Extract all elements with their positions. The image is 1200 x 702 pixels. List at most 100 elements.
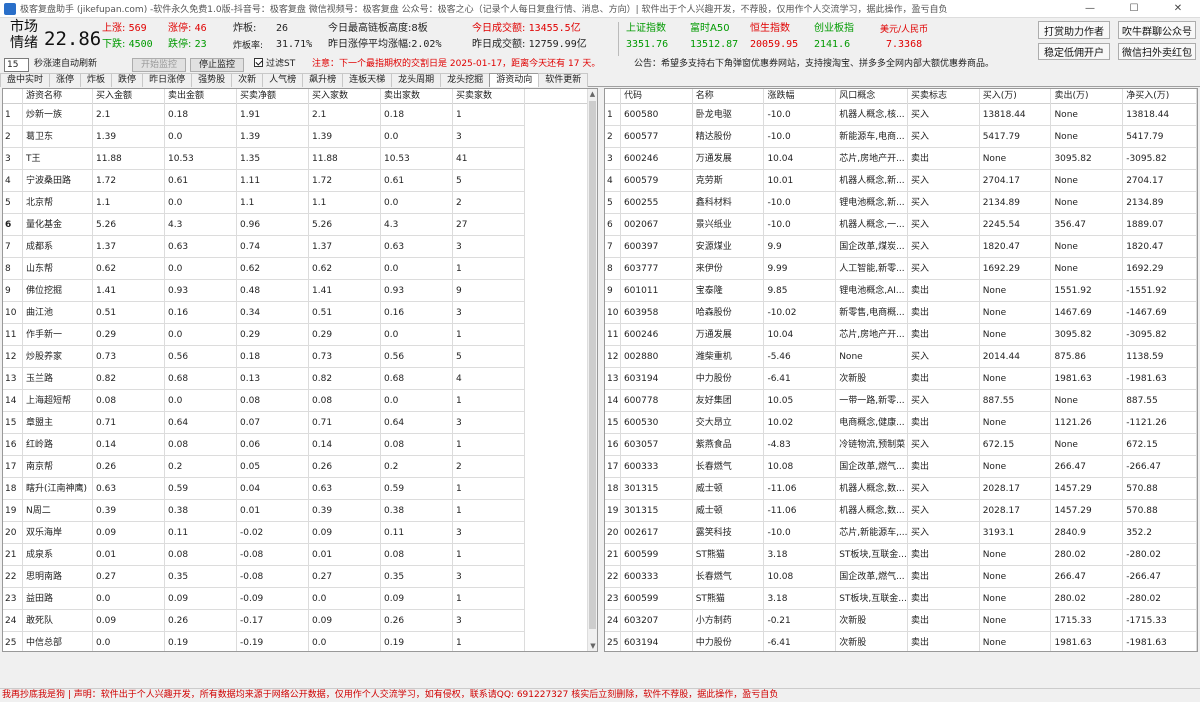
- close-button[interactable]: ✕: [1156, 0, 1200, 18]
- table-row[interactable]: 22 600333 长春燃气 10.08 国企改革,燃气... 卖出 None 266.47-…: [605, 566, 1197, 588]
- table-row[interactable]: 12 002880 潍柴重机 -5.46 None 买入 2014.44 875.86 1138…: [605, 346, 1197, 368]
- tab-item[interactable]: 强势股: [191, 73, 233, 87]
- table-row[interactable]: 14 上海超短帮 0.08 0.0 0.08 0.08 0.0 1: [3, 390, 597, 412]
- table-row[interactable]: 6 002067 景兴纸业 -10.0 机器人概念,一... 买入 2245.54 356.4…: [605, 214, 1197, 236]
- column-header[interactable]: 涨跌幅: [764, 89, 837, 104]
- stop-monitor-button[interactable]: 停止监控: [190, 58, 244, 72]
- table-row[interactable]: 4 600579 克劳斯 10.01 机器人概念,新... 买入 2704.17 None 27…: [605, 170, 1197, 192]
- table-row[interactable]: 16 603057 紫燕食品 -4.83 冷链物流,预制菜 买入 672.15 None 672…: [605, 434, 1197, 456]
- table-row[interactable]: 11 作手新一 0.29 0.0 0.29 0.29 0.0 1: [3, 324, 597, 346]
- tip-author-button[interactable]: 打赏助力作者: [1038, 21, 1110, 39]
- left-vertical-scrollbar[interactable]: ▲ ▼: [587, 89, 597, 651]
- table-row[interactable]: 19 N周二 0.39 0.38 0.01 0.39 0.38 1: [3, 500, 597, 522]
- table-row[interactable]: 14 600778 友好集团 10.05 一带一路,新零... 买入 887.55 None 8…: [605, 390, 1197, 412]
- table-row[interactable]: 20 双乐海岸 0.09 0.11 -0.02 0.09 0.11 3: [3, 522, 597, 544]
- table-cell: 3: [453, 522, 525, 544]
- table-row[interactable]: 25 中信总部 0.0 0.19 -0.19 0.0 0.19 1: [3, 632, 597, 651]
- table-row[interactable]: 9 601011 宝泰隆 9.85 锂电池概念,AI... 卖出 None 1551.92 -1…: [605, 280, 1197, 302]
- table-row[interactable]: 23 600599 ST熊猫 3.18 ST板块,互联金... 卖出 None 280.02-…: [605, 588, 1197, 610]
- table-row[interactable]: 25 603194 中力股份 -6.41 次新股 卖出 None 1981.63 -1981.6…: [605, 632, 1197, 651]
- table-row[interactable]: 11 600246 万通发展 10.04 芯片,房地产开... 卖出 None 3095.82…: [605, 324, 1197, 346]
- minimize-button[interactable]: —: [1068, 0, 1112, 18]
- tab-item[interactable]: 飙升榜: [302, 73, 344, 87]
- table-row[interactable]: 8 山东帮 0.62 0.0 0.62 0.62 0.0 1: [3, 258, 597, 280]
- column-header[interactable]: 名称: [693, 89, 765, 104]
- tab-item[interactable]: 人气榜: [262, 73, 304, 87]
- table-row[interactable]: 23 益田路 0.0 0.09 -0.09 0.0 0.09 1: [3, 588, 597, 610]
- table-row[interactable]: 6 量化基金 5.26 4.3 0.96 5.26 4.3 27: [3, 214, 597, 236]
- table-cell: -3095.82: [1123, 324, 1197, 346]
- table-row[interactable]: 13 603194 中力股份 -6.41 次新股 卖出 None 1981.63 -1981.6…: [605, 368, 1197, 390]
- table-row[interactable]: 1 600580 卧龙电驱 -10.0 机器人概念,核... 买入 13818.44 None…: [605, 104, 1197, 126]
- refresh-interval-input[interactable]: 15: [4, 58, 29, 72]
- table-row[interactable]: 21 600599 ST熊猫 3.18 ST板块,互联金... 卖出 None 280.02-…: [605, 544, 1197, 566]
- tab-item[interactable]: 炸板: [80, 73, 113, 87]
- table-row[interactable]: 3 600246 万通发展 10.04 芯片,房地产开... 卖出 None 3095.82-…: [605, 148, 1197, 170]
- table-cell: 0.63: [93, 478, 165, 500]
- column-header[interactable]: [3, 89, 23, 104]
- table-row[interactable]: 5 北京帮 1.1 0.0 1.1 1.1 0.0 2: [3, 192, 597, 214]
- table-row[interactable]: 10 曲江池 0.51 0.16 0.34 0.51 0.16 3: [3, 302, 597, 324]
- column-header[interactable]: 卖出金额: [165, 89, 237, 104]
- tab-item[interactable]: 连板天梯: [342, 73, 393, 87]
- table-row[interactable]: 8 603777 来伊份 9.99 人工智能,新零... 买入 1692.29 None 169…: [605, 258, 1197, 280]
- column-header[interactable]: 游资名称: [23, 89, 93, 104]
- column-header[interactable]: 净买入(万): [1123, 89, 1197, 104]
- column-header[interactable]: 风口概念: [836, 89, 908, 104]
- table-row[interactable]: 21 成泉系 0.01 0.08 -0.08 0.01 0.08 1: [3, 544, 597, 566]
- column-header[interactable]: 卖出(万): [1051, 89, 1124, 104]
- table-row[interactable]: 4 宁波桑田路 1.72 0.61 1.11 1.72 0.61 5: [3, 170, 597, 192]
- table-row[interactable]: 24 603207 小方制药 -0.21 次新股 卖出 None 1715.33 -1715.3…: [605, 610, 1197, 632]
- table-row[interactable]: 16 红岭路 0.14 0.08 0.06 0.14 0.08 1: [3, 434, 597, 456]
- filter-st-checkbox[interactable]: 过滤ST: [254, 58, 295, 72]
- table-row[interactable]: 18 301315 威士顿 -11.06 机器人概念,数... 买入 2028.17 1457…: [605, 478, 1197, 500]
- column-header[interactable]: 买卖净额: [237, 89, 309, 104]
- table-row[interactable]: 1 炒新一族 2.1 0.18 1.91 2.1 0.18 1: [3, 104, 597, 126]
- table-cell: 1: [453, 478, 525, 500]
- table-row[interactable]: 7 600397 安源煤业 9.9 国企改革,煤炭... 买入 1820.47 None 182…: [605, 236, 1197, 258]
- maximize-button[interactable]: ☐: [1112, 0, 1156, 18]
- column-header[interactable]: [605, 89, 621, 104]
- column-header[interactable]: 买卖标志: [908, 89, 980, 104]
- table-row[interactable]: 12 炒股养家 0.73 0.56 0.18 0.73 0.56 5: [3, 346, 597, 368]
- table-row[interactable]: 15 章盟主 0.71 0.64 0.07 0.71 0.64 3: [3, 412, 597, 434]
- tab-item[interactable]: 软件更新: [538, 73, 589, 87]
- column-header[interactable]: 买入(万): [980, 89, 1052, 104]
- table-row[interactable]: 10 603958 哈森股份 -10.02 新零售,电商概... 卖出 None 1467.6…: [605, 302, 1197, 324]
- column-header[interactable]: 买卖家数: [453, 89, 525, 104]
- table-row[interactable]: 5 600255 鑫科材料 -10.0 锂电池概念,新... 买入 2134.89 None 2…: [605, 192, 1197, 214]
- tab-item[interactable]: 龙头周期: [391, 73, 442, 87]
- table-row[interactable]: 2 葛卫东 1.39 0.0 1.39 1.39 0.0 3: [3, 126, 597, 148]
- scroll-thumb[interactable]: [589, 101, 596, 629]
- table-row[interactable]: 2 600577 精达股份 -10.0 新能源车,电商... 买入 5417.79 None 5…: [605, 126, 1197, 148]
- table-row[interactable]: 9 佛位挖掘 1.41 0.93 0.48 1.41 0.93 9: [3, 280, 597, 302]
- table-row[interactable]: 18 瞎升(江南神鹰) 0.63 0.59 0.04 0.63 0.59 1: [3, 478, 597, 500]
- table-row[interactable]: 22 思明南路 0.27 0.35 -0.08 0.27 0.35 3: [3, 566, 597, 588]
- tab-item[interactable]: 昨日涨停: [142, 73, 193, 87]
- scroll-down-arrow-icon[interactable]: ▼: [588, 641, 597, 651]
- tab-item[interactable]: 跌停: [111, 73, 144, 87]
- scroll-up-arrow-icon[interactable]: ▲: [588, 89, 597, 99]
- table-row[interactable]: 19 301315 威士顿 -11.06 机器人概念,数... 买入 2028.17 1457…: [605, 500, 1197, 522]
- tab-item[interactable]: 龙头挖掘: [440, 73, 491, 87]
- start-monitor-button[interactable]: 开始监控: [132, 58, 186, 72]
- table-row[interactable]: 7 成都系 1.37 0.63 0.74 1.37 0.63 3: [3, 236, 597, 258]
- table-cell: 0.08: [93, 390, 165, 412]
- row-index: 3: [3, 148, 23, 170]
- table-row[interactable]: 13 玉兰路 0.82 0.68 0.13 0.82 0.68 4: [3, 368, 597, 390]
- column-header[interactable]: 买入金额: [93, 89, 165, 104]
- wechat-official-button[interactable]: 吹牛群聊公众号: [1118, 21, 1196, 39]
- table-row[interactable]: 15 600530 交大昂立 10.02 电商概念,健康... 卖出 None 1121.26…: [605, 412, 1197, 434]
- table-row[interactable]: 17 600333 长春燃气 10.08 国企改革,燃气... 卖出 None 266.47-…: [605, 456, 1197, 478]
- column-header[interactable]: 买入家数: [309, 89, 381, 104]
- table-row[interactable]: 17 南京帮 0.26 0.2 0.05 0.26 0.2 2: [3, 456, 597, 478]
- tab-item[interactable]: 次新: [231, 73, 264, 87]
- tab-item[interactable]: 盘中实时: [0, 73, 51, 87]
- tab-item[interactable]: 游资动向: [489, 73, 540, 87]
- table-row[interactable]: 20 002617 露笑科技 -10.0 芯片,新能源车,... 买入 3193.1 2840…: [605, 522, 1197, 544]
- column-header[interactable]: 代码: [621, 89, 693, 104]
- table-row[interactable]: 3 T王 11.88 10.53 1.35 11.88 10.53 41: [3, 148, 597, 170]
- table-row[interactable]: 24 敢死队 0.09 0.26 -0.17 0.09 0.26 3: [3, 610, 597, 632]
- tab-item[interactable]: 涨停: [49, 73, 82, 87]
- column-header[interactable]: 卖出家数: [381, 89, 453, 104]
